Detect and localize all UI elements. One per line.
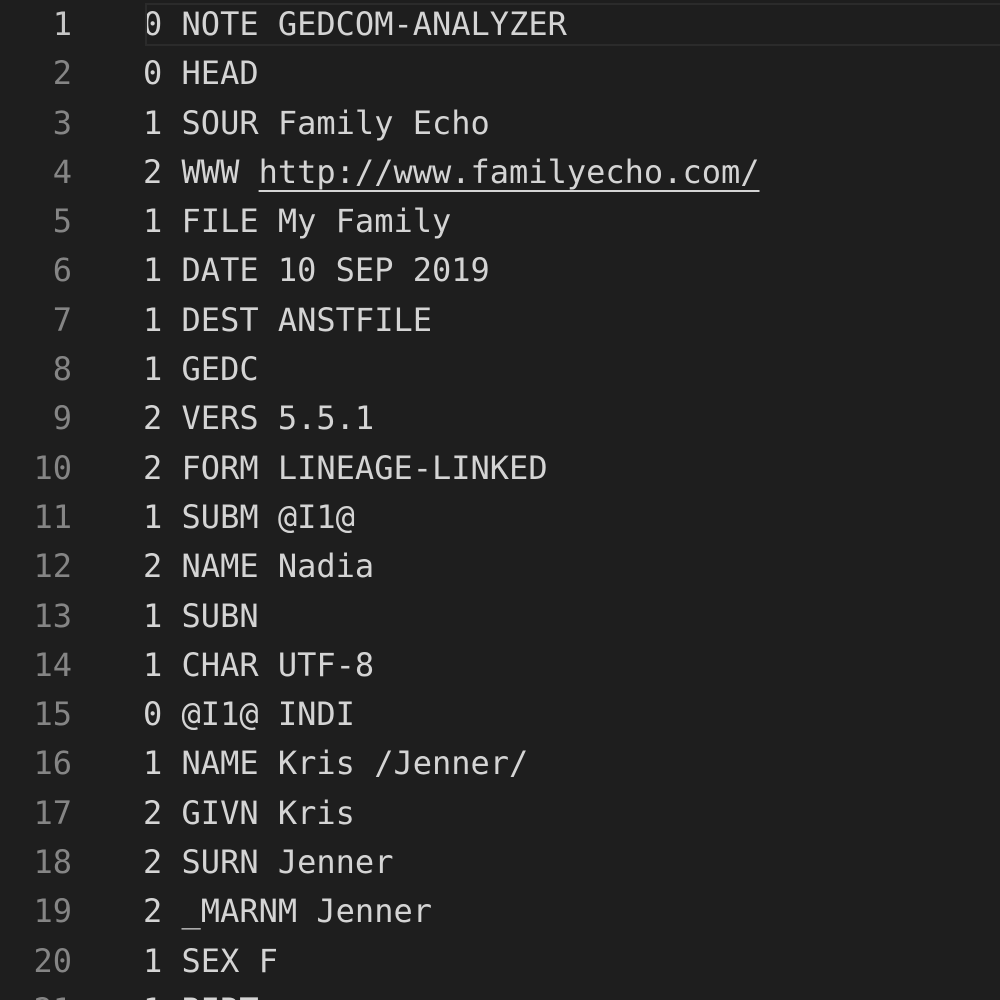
code-line-21[interactable]: 21 1 BIRT: [0, 986, 1000, 1000]
code-line-6[interactable]: 6 1 DATE 10 SEP 2019: [0, 246, 1000, 295]
editor-lines: 1 0 NOTE GEDCOM-ANALYZER 2 0 HEAD 3 1 SOUR …: [0, 0, 1000, 1000]
line-text[interactable]: 0 @I1@ INDI: [143, 690, 355, 739]
line-number: 5: [52, 202, 72, 241]
line-text[interactable]: 2 WWW: [143, 153, 259, 191]
line-text[interactable]: 1 BIRT: [143, 986, 259, 1000]
line-text[interactable]: 1 CHAR UTF-8: [143, 641, 374, 690]
line-text[interactable]: 1 SUBN: [143, 592, 259, 641]
line-number: 1: [52, 5, 72, 43]
code-line-19[interactable]: 19 2 _MARNM Jenner: [0, 887, 1000, 936]
line-text[interactable]: 0 HEAD: [143, 49, 259, 98]
code-line-4[interactable]: 4 2 WWW http://www.familyecho.com/: [0, 148, 1000, 197]
line-number: 19: [33, 892, 72, 931]
line-text[interactable]: 2 FORM LINEAGE-LINKED: [143, 444, 548, 493]
line-number: 6: [52, 251, 72, 290]
line-text[interactable]: 2 GIVN Kris: [143, 789, 355, 838]
line-text[interactable]: 1 NAME Kris /Jenner/: [143, 739, 528, 788]
code-line-9[interactable]: 9 2 VERS 5.5.1: [0, 394, 1000, 443]
code-line-13[interactable]: 13 1 SUBN: [0, 592, 1000, 641]
line-text[interactable]: 1 SOUR Family Echo: [143, 99, 490, 148]
line-number: 12: [33, 547, 72, 586]
code-editor[interactable]: 1 0 NOTE GEDCOM-ANALYZER 2 0 HEAD 3 1 SOUR …: [0, 0, 1000, 1000]
code-line-5[interactable]: 5 1 FILE My Family: [0, 197, 1000, 246]
line-number: 16: [33, 744, 72, 783]
line-text[interactable]: 1 DEST ANSTFILE: [143, 296, 432, 345]
code-line-7[interactable]: 7 1 DEST ANSTFILE: [0, 296, 1000, 345]
line-text[interactable]: 1 DATE 10 SEP 2019: [143, 246, 490, 295]
line-number: 18: [33, 843, 72, 882]
line-number: 7: [52, 300, 72, 339]
code-line-14[interactable]: 14 1 CHAR UTF-8: [0, 641, 1000, 690]
line-text[interactable]: 1 SEX F: [143, 937, 278, 986]
code-line-8[interactable]: 8 1 GEDC: [0, 345, 1000, 394]
line-number: 15: [33, 695, 72, 734]
line-content: 2 WWW http://www.familyecho.com/: [143, 148, 760, 197]
line-text[interactable]: 1 GEDC: [143, 345, 259, 394]
line-number: 21: [0, 986, 72, 1000]
code-line-11[interactable]: 11 1 SUBM @I1@: [0, 493, 1000, 542]
code-line-15[interactable]: 15 0 @I1@ INDI: [0, 690, 1000, 739]
code-line-18[interactable]: 18 2 SURN Jenner: [0, 838, 1000, 887]
line-text[interactable]: 0 NOTE GEDCOM-ANALYZER: [143, 0, 567, 49]
line-number: 3: [52, 103, 72, 142]
line-number: 2: [52, 54, 72, 93]
line-number: 14: [33, 645, 72, 684]
code-line-16[interactable]: 16 1 NAME Kris /Jenner/: [0, 739, 1000, 788]
code-line-12[interactable]: 12 2 NAME Nadia: [0, 542, 1000, 591]
code-line-3[interactable]: 3 1 SOUR Family Echo: [0, 99, 1000, 148]
line-text[interactable]: 1 FILE My Family: [143, 197, 451, 246]
line-number: 4: [52, 152, 72, 191]
line-number: 10: [33, 448, 72, 487]
code-line-2[interactable]: 2 0 HEAD: [0, 49, 1000, 98]
line-number: 20: [33, 941, 72, 980]
code-line-1[interactable]: 1 0 NOTE GEDCOM-ANALYZER: [0, 0, 1000, 49]
line-number: 13: [33, 596, 72, 635]
line-number: 11: [33, 497, 72, 536]
url-link[interactable]: http://www.familyecho.com/: [259, 153, 760, 191]
code-line-20[interactable]: 20 1 SEX F: [0, 937, 1000, 986]
code-line-10[interactable]: 10 2 FORM LINEAGE-LINKED: [0, 444, 1000, 493]
line-text[interactable]: 2 _MARNM Jenner: [143, 887, 432, 936]
line-number: 17: [33, 793, 72, 832]
line-number: 8: [52, 350, 72, 389]
line-text[interactable]: 2 NAME Nadia: [143, 542, 374, 591]
line-number: 9: [52, 399, 72, 438]
line-text[interactable]: 2 VERS 5.5.1: [143, 394, 374, 443]
line-text[interactable]: 1 SUBM @I1@: [143, 493, 355, 542]
code-line-17[interactable]: 17 2 GIVN Kris: [0, 789, 1000, 838]
line-text[interactable]: 2 SURN Jenner: [143, 838, 393, 887]
